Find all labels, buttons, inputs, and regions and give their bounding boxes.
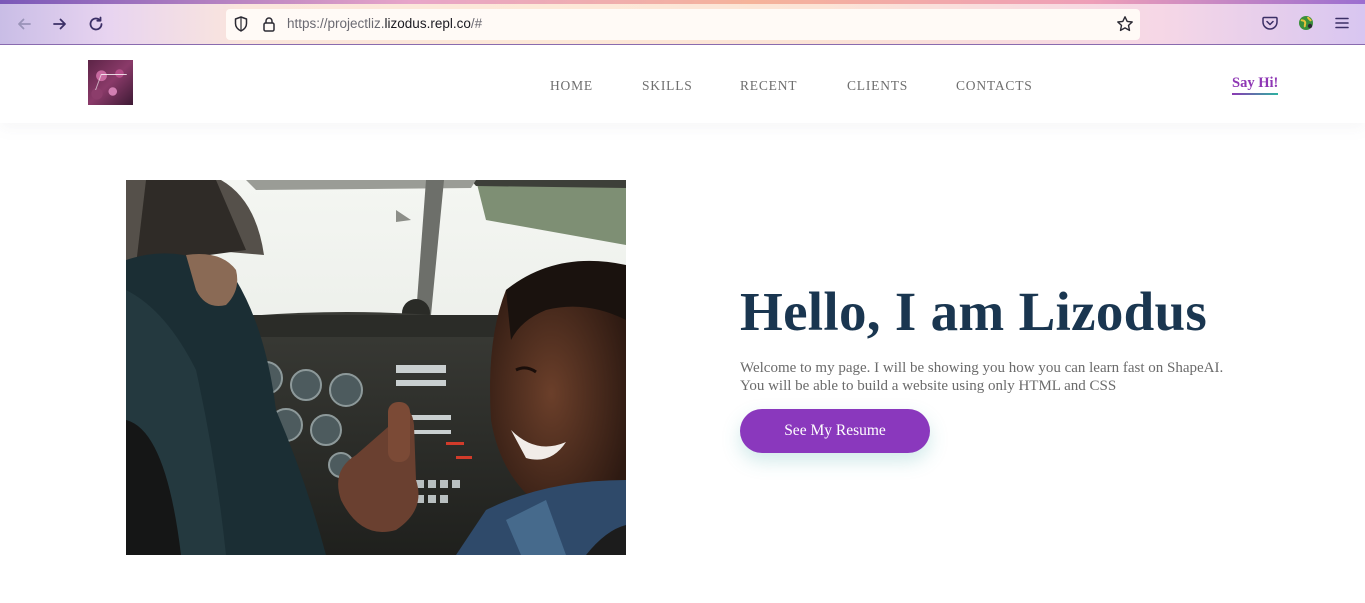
url-prefix: https://projectliz. <box>287 16 385 31</box>
back-arrow-icon <box>18 18 31 30</box>
site-header: HOME SKILLS RECENT CLIENTS CONTACTS Say … <box>0 45 1365 123</box>
url-suffix: /# <box>470 16 483 31</box>
nav-contacts[interactable]: CONTACTS <box>956 78 1033 94</box>
nav-recent[interactable]: RECENT <box>740 78 797 94</box>
reload-icon <box>89 16 103 31</box>
reload-button[interactable] <box>84 12 108 36</box>
bookmark-star-icon[interactable] <box>1116 15 1134 33</box>
hero-photo <box>126 180 626 555</box>
logo-mark <box>95 74 127 90</box>
nav-home[interactable]: HOME <box>550 78 593 94</box>
hero-title: Hello, I am Lizodus <box>740 281 1208 342</box>
url-domain: lizodus.repl.co <box>384 16 471 31</box>
nav-clients[interactable]: CLIENTS <box>847 78 908 94</box>
browser-tab-strip-edge <box>0 0 1365 4</box>
forward-arrow-icon <box>53 18 66 30</box>
cockpit-photo-illustration <box>126 180 626 555</box>
site-logo[interactable] <box>88 60 133 105</box>
browser-toolbar: https://projectliz.lizodus.repl.co/# <box>0 0 1365 45</box>
hamburger-menu-icon[interactable] <box>1333 14 1351 32</box>
url-text[interactable]: https://projectliz.lizodus.repl.co/# <box>287 16 482 31</box>
back-button[interactable] <box>12 12 36 36</box>
shield-icon[interactable] <box>232 15 250 33</box>
pocket-icon[interactable] <box>1261 14 1279 32</box>
forward-button[interactable] <box>48 12 72 36</box>
lock-icon[interactable] <box>260 15 278 33</box>
address-bar[interactable]: https://projectliz.lizodus.repl.co/# <box>226 9 1140 40</box>
see-resume-button[interactable]: See My Resume <box>740 409 930 453</box>
nav-skills[interactable]: SKILLS <box>642 78 693 94</box>
hero-description: Welcome to my page. I will be showing yo… <box>740 360 1224 394</box>
extension-globe-icon[interactable] <box>1297 14 1315 32</box>
say-hi-link[interactable]: Say Hi! <box>1232 75 1279 95</box>
